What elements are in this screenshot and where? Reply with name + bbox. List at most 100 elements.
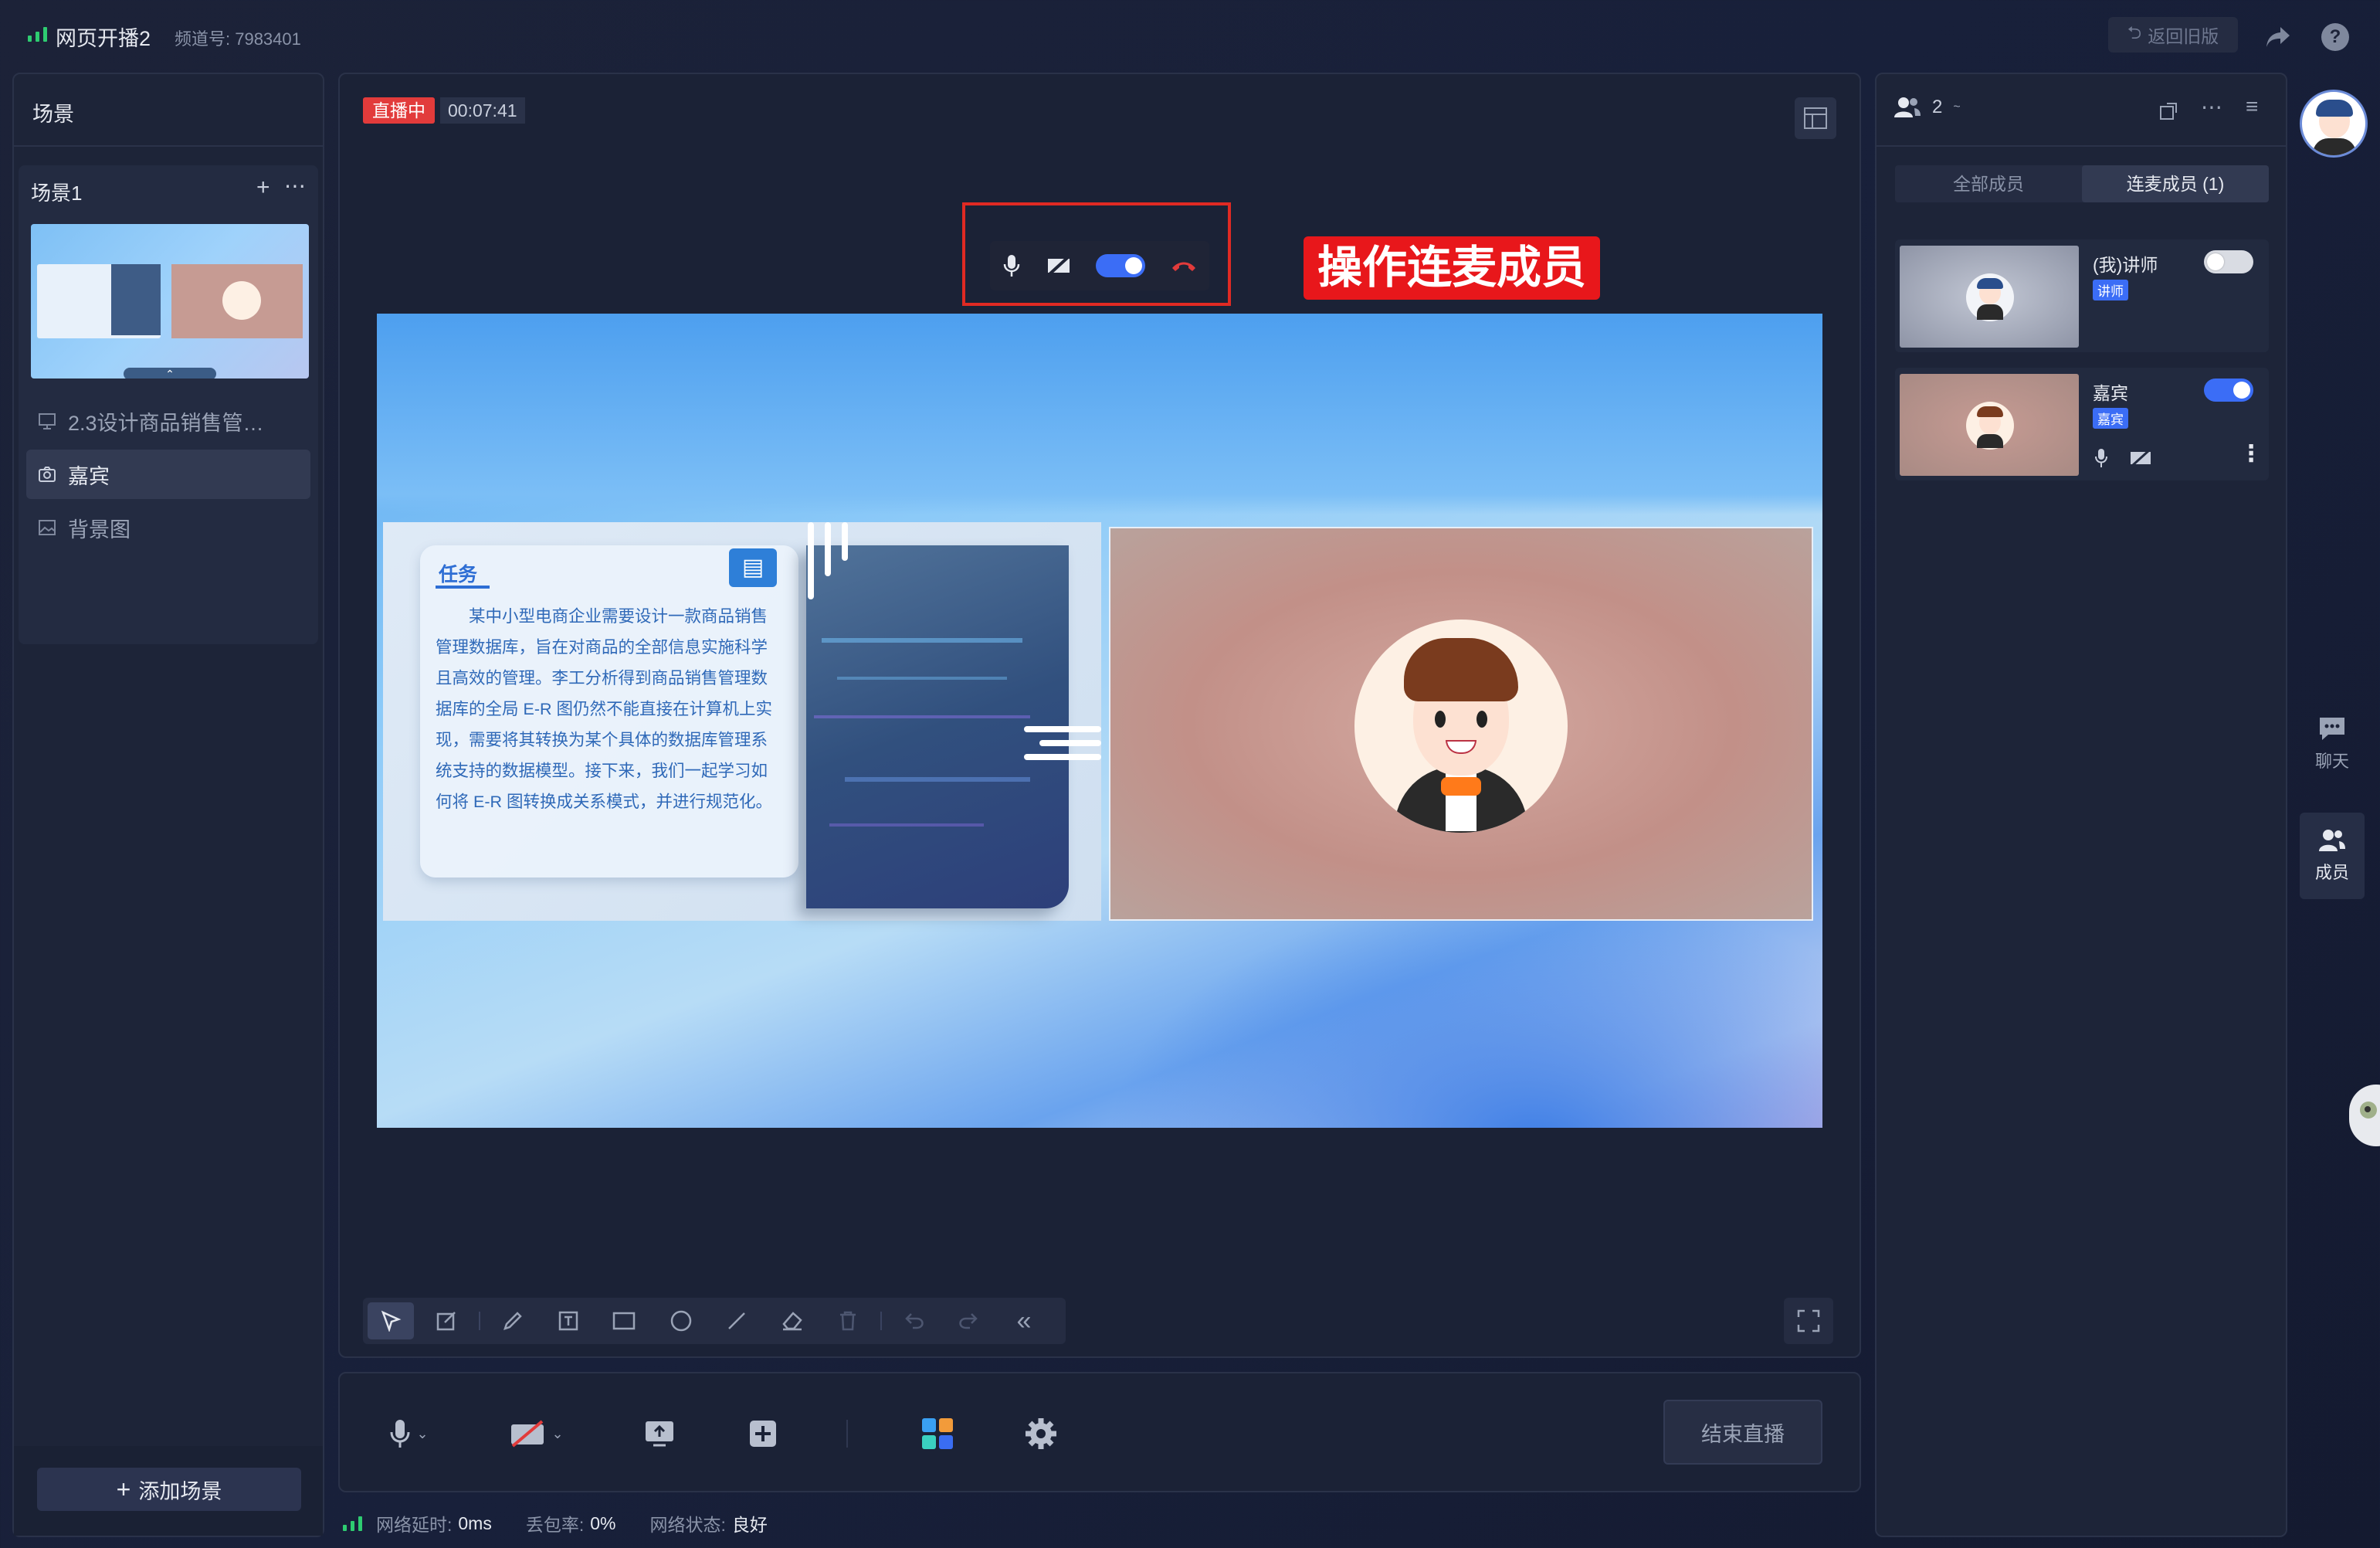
role-tag: 讲师 bbox=[2093, 280, 2128, 300]
trash-icon[interactable] bbox=[826, 1302, 870, 1339]
redo-icon[interactable] bbox=[947, 1302, 990, 1339]
chat-button[interactable]: 聊天 bbox=[2303, 715, 2361, 785]
scenes-title: 场景 bbox=[32, 103, 74, 126]
channel-number: 频道号: 7983401 bbox=[175, 29, 301, 49]
popout-icon[interactable] bbox=[2155, 97, 2182, 125]
scene-item-background[interactable]: 背景图 bbox=[26, 504, 310, 552]
share-icon[interactable] bbox=[2263, 22, 2294, 53]
member-card-guest[interactable]: 嘉宾 嘉宾 ⋮ bbox=[1895, 368, 2269, 480]
video-toggle[interactable] bbox=[1096, 254, 1146, 277]
status-bar: 网络延时: 0ms 丢包率: 0% 网络状态: 良好 bbox=[343, 1509, 768, 1537]
members-panel: 2 ~ ⋯ ≡ 全部成员 连麦成员 (1) (我)讲师 讲师 嘉宾 嘉宾 ⋮ bbox=[1875, 73, 2287, 1537]
fullscreen-icon[interactable] bbox=[1784, 1298, 1833, 1344]
user-avatar[interactable] bbox=[2300, 90, 2368, 158]
guest-avatar bbox=[1354, 620, 1568, 833]
latency-value: 0ms bbox=[458, 1512, 492, 1533]
control-bar: ⌄ ⌄ 结束直播 bbox=[338, 1372, 1861, 1492]
task-body: 某中小型电商企业需要设计一款商品销售管理数据库，旨在对商品的全部信息实施科学且高… bbox=[436, 607, 772, 811]
loss-value: 0% bbox=[590, 1512, 616, 1533]
role-tag: 嘉宾 bbox=[2093, 408, 2128, 429]
pencil-icon[interactable] bbox=[491, 1302, 534, 1339]
hang-up-icon[interactable] bbox=[1171, 259, 1197, 273]
live-timer: 00:07:41 bbox=[440, 97, 525, 124]
eraser-icon[interactable] bbox=[771, 1302, 814, 1339]
add-scene-button[interactable]: + 添加场景 bbox=[37, 1468, 301, 1511]
more-icon[interactable]: ⋯ bbox=[284, 173, 306, 199]
tab-all-members[interactable]: 全部成员 bbox=[1895, 165, 2082, 202]
scene-card: 场景1 + ⋯ ⌃ 2.3设计商品销售管… 嘉宾 背景图 bbox=[19, 165, 318, 644]
add-icon[interactable]: + bbox=[256, 175, 270, 201]
end-live-button[interactable]: 结束直播 bbox=[1663, 1400, 1822, 1465]
member-name: (我)讲师 bbox=[2093, 255, 2158, 275]
teacher-avatar bbox=[1966, 273, 2014, 321]
rectangle-icon[interactable] bbox=[602, 1302, 646, 1339]
slide-canvas[interactable]: 任务 ▤ 某中小型电商企业需要设计一款商品销售管理数据库，旨在对商品的全部信息实… bbox=[377, 314, 1822, 1128]
apps-icon[interactable] bbox=[914, 1412, 961, 1455]
members-button[interactable]: 成员 bbox=[2300, 813, 2365, 899]
online-indicator-icon: ~ bbox=[1953, 100, 1961, 114]
microphone-button[interactable]: ⌄ bbox=[378, 1414, 440, 1454]
member-count: 2 ~ bbox=[1893, 96, 1961, 119]
scene-name: 场景1 bbox=[31, 182, 83, 205]
assistant-bubble[interactable] bbox=[2349, 1085, 2380, 1146]
settings-gear-icon[interactable] bbox=[1018, 1412, 1064, 1455]
back-old-version-button[interactable]: ⮌ 返回旧版 bbox=[2108, 17, 2238, 53]
collapse-icon[interactable]: « bbox=[1002, 1302, 1046, 1339]
chevron-down-icon: ⌄ bbox=[551, 1425, 564, 1441]
return-icon: ⮌ bbox=[2127, 22, 2142, 42]
top-bar: 网页开播2 频道号: 7983401 ⮌ 返回旧版 ? bbox=[0, 0, 2380, 71]
network-status-value: 良好 bbox=[731, 1515, 768, 1535]
select-icon[interactable] bbox=[368, 1302, 414, 1339]
signal-icon bbox=[28, 26, 47, 42]
microphone-icon[interactable] bbox=[1002, 253, 1021, 278]
member-video-toggle[interactable] bbox=[2204, 250, 2253, 273]
scenes-panel: 场景 场景1 + ⋯ ⌃ 2.3设计商品销售管… 嘉宾 背景图 + 添加场景 bbox=[12, 73, 324, 1537]
member-thumbnail bbox=[1900, 374, 2079, 476]
monitor-icon: ▤ bbox=[729, 548, 777, 587]
screen-share-icon[interactable] bbox=[636, 1414, 683, 1454]
member-control-popup bbox=[990, 241, 1209, 290]
layout-icon[interactable] bbox=[1795, 97, 1836, 139]
plus-icon: + bbox=[116, 1475, 131, 1503]
task-heading: 任务 bbox=[439, 564, 478, 586]
network-signal-icon bbox=[343, 1516, 362, 1531]
scene-item-guest[interactable]: 嘉宾 bbox=[26, 450, 310, 499]
annotation-label: 操作连麦成员 bbox=[1304, 236, 1601, 300]
camera-off-icon[interactable] bbox=[1046, 256, 1071, 276]
chat-icon bbox=[2317, 715, 2347, 742]
member-video-toggle[interactable] bbox=[2204, 379, 2253, 402]
member-name: 嘉宾 bbox=[2093, 383, 2128, 403]
scene-thumbnail[interactable]: ⌃ bbox=[31, 224, 309, 379]
member-tabs: 全部成员 连麦成员 (1) bbox=[1895, 165, 2269, 202]
line-icon[interactable] bbox=[715, 1302, 758, 1339]
member-thumbnail bbox=[1900, 246, 2079, 348]
add-media-icon[interactable] bbox=[740, 1414, 786, 1454]
presentation-slide: 任务 ▤ 某中小型电商企业需要设计一款商品销售管理数据库，旨在对商品的全部信息实… bbox=[383, 522, 1101, 921]
users-icon bbox=[2317, 828, 2347, 853]
help-icon[interactable]: ? bbox=[2321, 23, 2349, 51]
camera-off-icon[interactable] bbox=[2130, 450, 2151, 467]
more-icon[interactable]: ⋯ bbox=[2201, 94, 2222, 120]
app-title: 网页开播2 bbox=[56, 27, 151, 50]
text-icon[interactable] bbox=[547, 1302, 590, 1339]
chevron-down-icon: ⌄ bbox=[416, 1425, 429, 1441]
drawing-toolbar: « bbox=[363, 1298, 1066, 1344]
menu-icon[interactable]: ≡ bbox=[2246, 94, 2258, 119]
guest-video[interactable] bbox=[1109, 527, 1813, 921]
undo-icon[interactable] bbox=[893, 1302, 936, 1339]
guest-avatar-small bbox=[1966, 402, 2014, 450]
task-card: 任务 ▤ 某中小型电商企业需要设计一款商品销售管理数据库，旨在对商品的全部信息实… bbox=[420, 545, 798, 878]
users-icon bbox=[1893, 96, 1921, 119]
live-badge: 直播中 bbox=[363, 97, 435, 124]
presentation-icon bbox=[37, 411, 57, 431]
edit-icon[interactable] bbox=[425, 1302, 468, 1339]
scene-item-presentation[interactable]: 2.3设计商品销售管… bbox=[26, 397, 310, 445]
image-icon bbox=[37, 518, 57, 538]
tab-linked-members[interactable]: 连麦成员 (1) bbox=[2082, 165, 2269, 202]
member-card-teacher[interactable]: (我)讲师 讲师 bbox=[1895, 239, 2269, 352]
microphone-icon[interactable] bbox=[2094, 448, 2108, 468]
circle-icon[interactable] bbox=[659, 1302, 703, 1339]
camera-button[interactable]: ⌄ bbox=[502, 1414, 571, 1454]
collapse-thumbnail-icon[interactable]: ⌃ bbox=[124, 368, 216, 379]
more-vertical-icon[interactable]: ⋮ bbox=[2239, 440, 2263, 467]
